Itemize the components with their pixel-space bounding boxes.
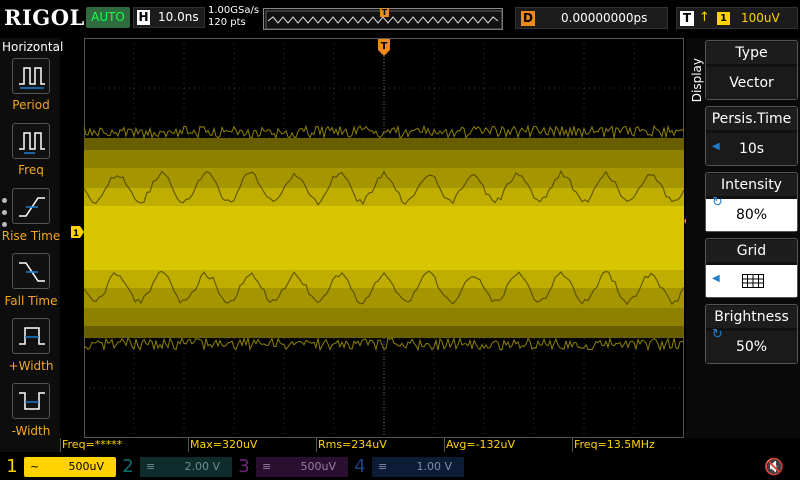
freq-icon (16, 127, 48, 157)
intensity-button[interactable]: Intensity 80% ↻ (705, 172, 798, 232)
intensity-title: Intensity (706, 174, 797, 196)
ac-coupling-icon: ~ (30, 457, 39, 477)
run-mode-badge[interactable]: AUTO (86, 7, 130, 28)
top-status-bar: RIGOL AUTO H 10.0ns 1.00GSa/s 120 pts T … (0, 0, 800, 38)
rotate-knob-icon: ↻ (712, 195, 723, 210)
horizontal-label: H (137, 10, 150, 25)
left-arrow-icon: ◀ (712, 273, 720, 284)
trigger-position-marker[interactable]: T (377, 38, 391, 58)
measurement-item[interactable]: Avg=-132uV (444, 438, 572, 452)
measurement-item[interactable]: Rms=234uV (316, 438, 444, 452)
measurement-item[interactable]: Freq=13.5MHz (572, 438, 700, 452)
delay-label: D (521, 11, 535, 26)
fall-time-icon (16, 257, 48, 287)
channel1-number: 1 (2, 455, 22, 479)
rise-time-label: Rise Time (0, 229, 62, 243)
delay-box[interactable]: D 0.00000000ps (515, 7, 668, 29)
positive-width-icon (16, 322, 48, 352)
channel-status-bar: 1 ~ 500uV 2 ≡ 2.00 V 3 ≡ 500uV 4 ≡ 1.00 … (0, 452, 800, 480)
trigger-label: T (680, 11, 694, 26)
channel1-status[interactable]: 1 ~ 500uV (2, 455, 120, 479)
freq-label: Freq (0, 163, 62, 177)
channel2-scale: 2.00 V (184, 457, 220, 477)
memory-points: 120 pts (208, 17, 259, 29)
dc-coupling-icon: ≡ (262, 457, 271, 477)
persistence-time-title: Persis.Time (706, 108, 797, 130)
measurement-bar: Freq=***** Max=320uV Rms=234uV Avg=-132u… (60, 438, 700, 452)
channel1-trace (84, 126, 684, 350)
fall-time-button[interactable] (12, 253, 50, 289)
freq-button[interactable] (12, 123, 50, 159)
delay-value: 0.00000000ps (561, 11, 647, 25)
period-button[interactable] (12, 58, 50, 94)
period-icon (16, 62, 48, 92)
negative-width-label: -Width (0, 424, 62, 438)
channel3-scale: 500uV (301, 457, 337, 477)
memory-trigger-marker: T (380, 8, 389, 17)
display-menu-label: Display (690, 58, 704, 102)
channel1-scale: 500uV (69, 457, 105, 477)
channel1-panel: ~ 500uV (24, 457, 116, 477)
channel1-marker-text: 1 (73, 229, 79, 238)
brightness-title: Brightness (706, 306, 797, 328)
channel2-status[interactable]: 2 ≡ 2.00 V (118, 455, 236, 479)
sample-rate: 1.00GSa/s (208, 5, 259, 17)
period-label: Period (0, 98, 62, 112)
rigol-logo: RIGOL (4, 5, 85, 30)
dc-coupling-icon: ≡ (378, 457, 387, 477)
display-type-button[interactable]: Type Vector (705, 40, 798, 100)
left-arrow-icon: ◀ (712, 141, 720, 152)
grid-title: Grid (706, 240, 797, 262)
display-type-title: Type (706, 42, 797, 64)
brightness-button[interactable]: Brightness 50% ↻ (705, 304, 798, 364)
grid-button[interactable]: Grid ◀ (705, 238, 798, 298)
rising-edge-icon: ↑ (699, 10, 710, 25)
speaker-muted-icon[interactable]: 🔇 (764, 457, 784, 476)
channel3-number: 3 (234, 455, 254, 479)
channel3-panel: ≡ 500uV (256, 457, 348, 477)
grid-icon (742, 274, 764, 288)
measurement-item[interactable]: Freq=***** (60, 438, 188, 452)
channel4-number: 4 (350, 455, 370, 479)
rotate-knob-icon: ↻ (712, 327, 723, 342)
trigger-box[interactable]: T ↑ 1 100uV (676, 7, 798, 29)
trigger-channel: 1 (717, 12, 730, 25)
measurement-item[interactable]: Max=320uV (188, 438, 316, 452)
menu-title: Horizontal (2, 40, 63, 54)
negative-width-icon (16, 387, 48, 417)
persistence-time-button[interactable]: Persis.Time 10s ◀ (705, 106, 798, 166)
positive-width-label: +Width (0, 359, 62, 373)
rise-time-icon (16, 192, 48, 222)
channel1-ground-marker[interactable]: 1 (71, 226, 85, 238)
channel4-scale: 1.00 V (416, 457, 452, 477)
horizontal-scale-value: 10.0ns (158, 10, 199, 24)
memory-overview-strip[interactable]: T (263, 8, 503, 30)
trigger-level: 100uV (741, 11, 780, 25)
dc-coupling-icon: ≡ (146, 457, 155, 477)
waveform-grid[interactable] (84, 38, 684, 438)
channel2-panel: ≡ 2.00 V (140, 457, 232, 477)
horizontal-menu-panel: Horizontal Period Freq Rise Time Fall Ti… (0, 38, 60, 458)
rise-time-button[interactable] (12, 188, 50, 224)
channel3-status[interactable]: 3 ≡ 500uV (234, 455, 352, 479)
negative-width-button[interactable] (12, 383, 50, 419)
horizontal-scale-box[interactable]: H 10.0ns (133, 7, 205, 28)
channel2-number: 2 (118, 455, 138, 479)
trigger-marker-text: T (381, 41, 388, 52)
channel4-status[interactable]: 4 ≡ 1.00 V (350, 455, 468, 479)
channel4-panel: ≡ 1.00 V (372, 457, 464, 477)
fall-time-label: Fall Time (0, 294, 62, 308)
positive-width-button[interactable] (12, 318, 50, 354)
display-type-value: Vector (706, 67, 797, 99)
sample-info: 1.00GSa/s 120 pts (208, 5, 259, 29)
